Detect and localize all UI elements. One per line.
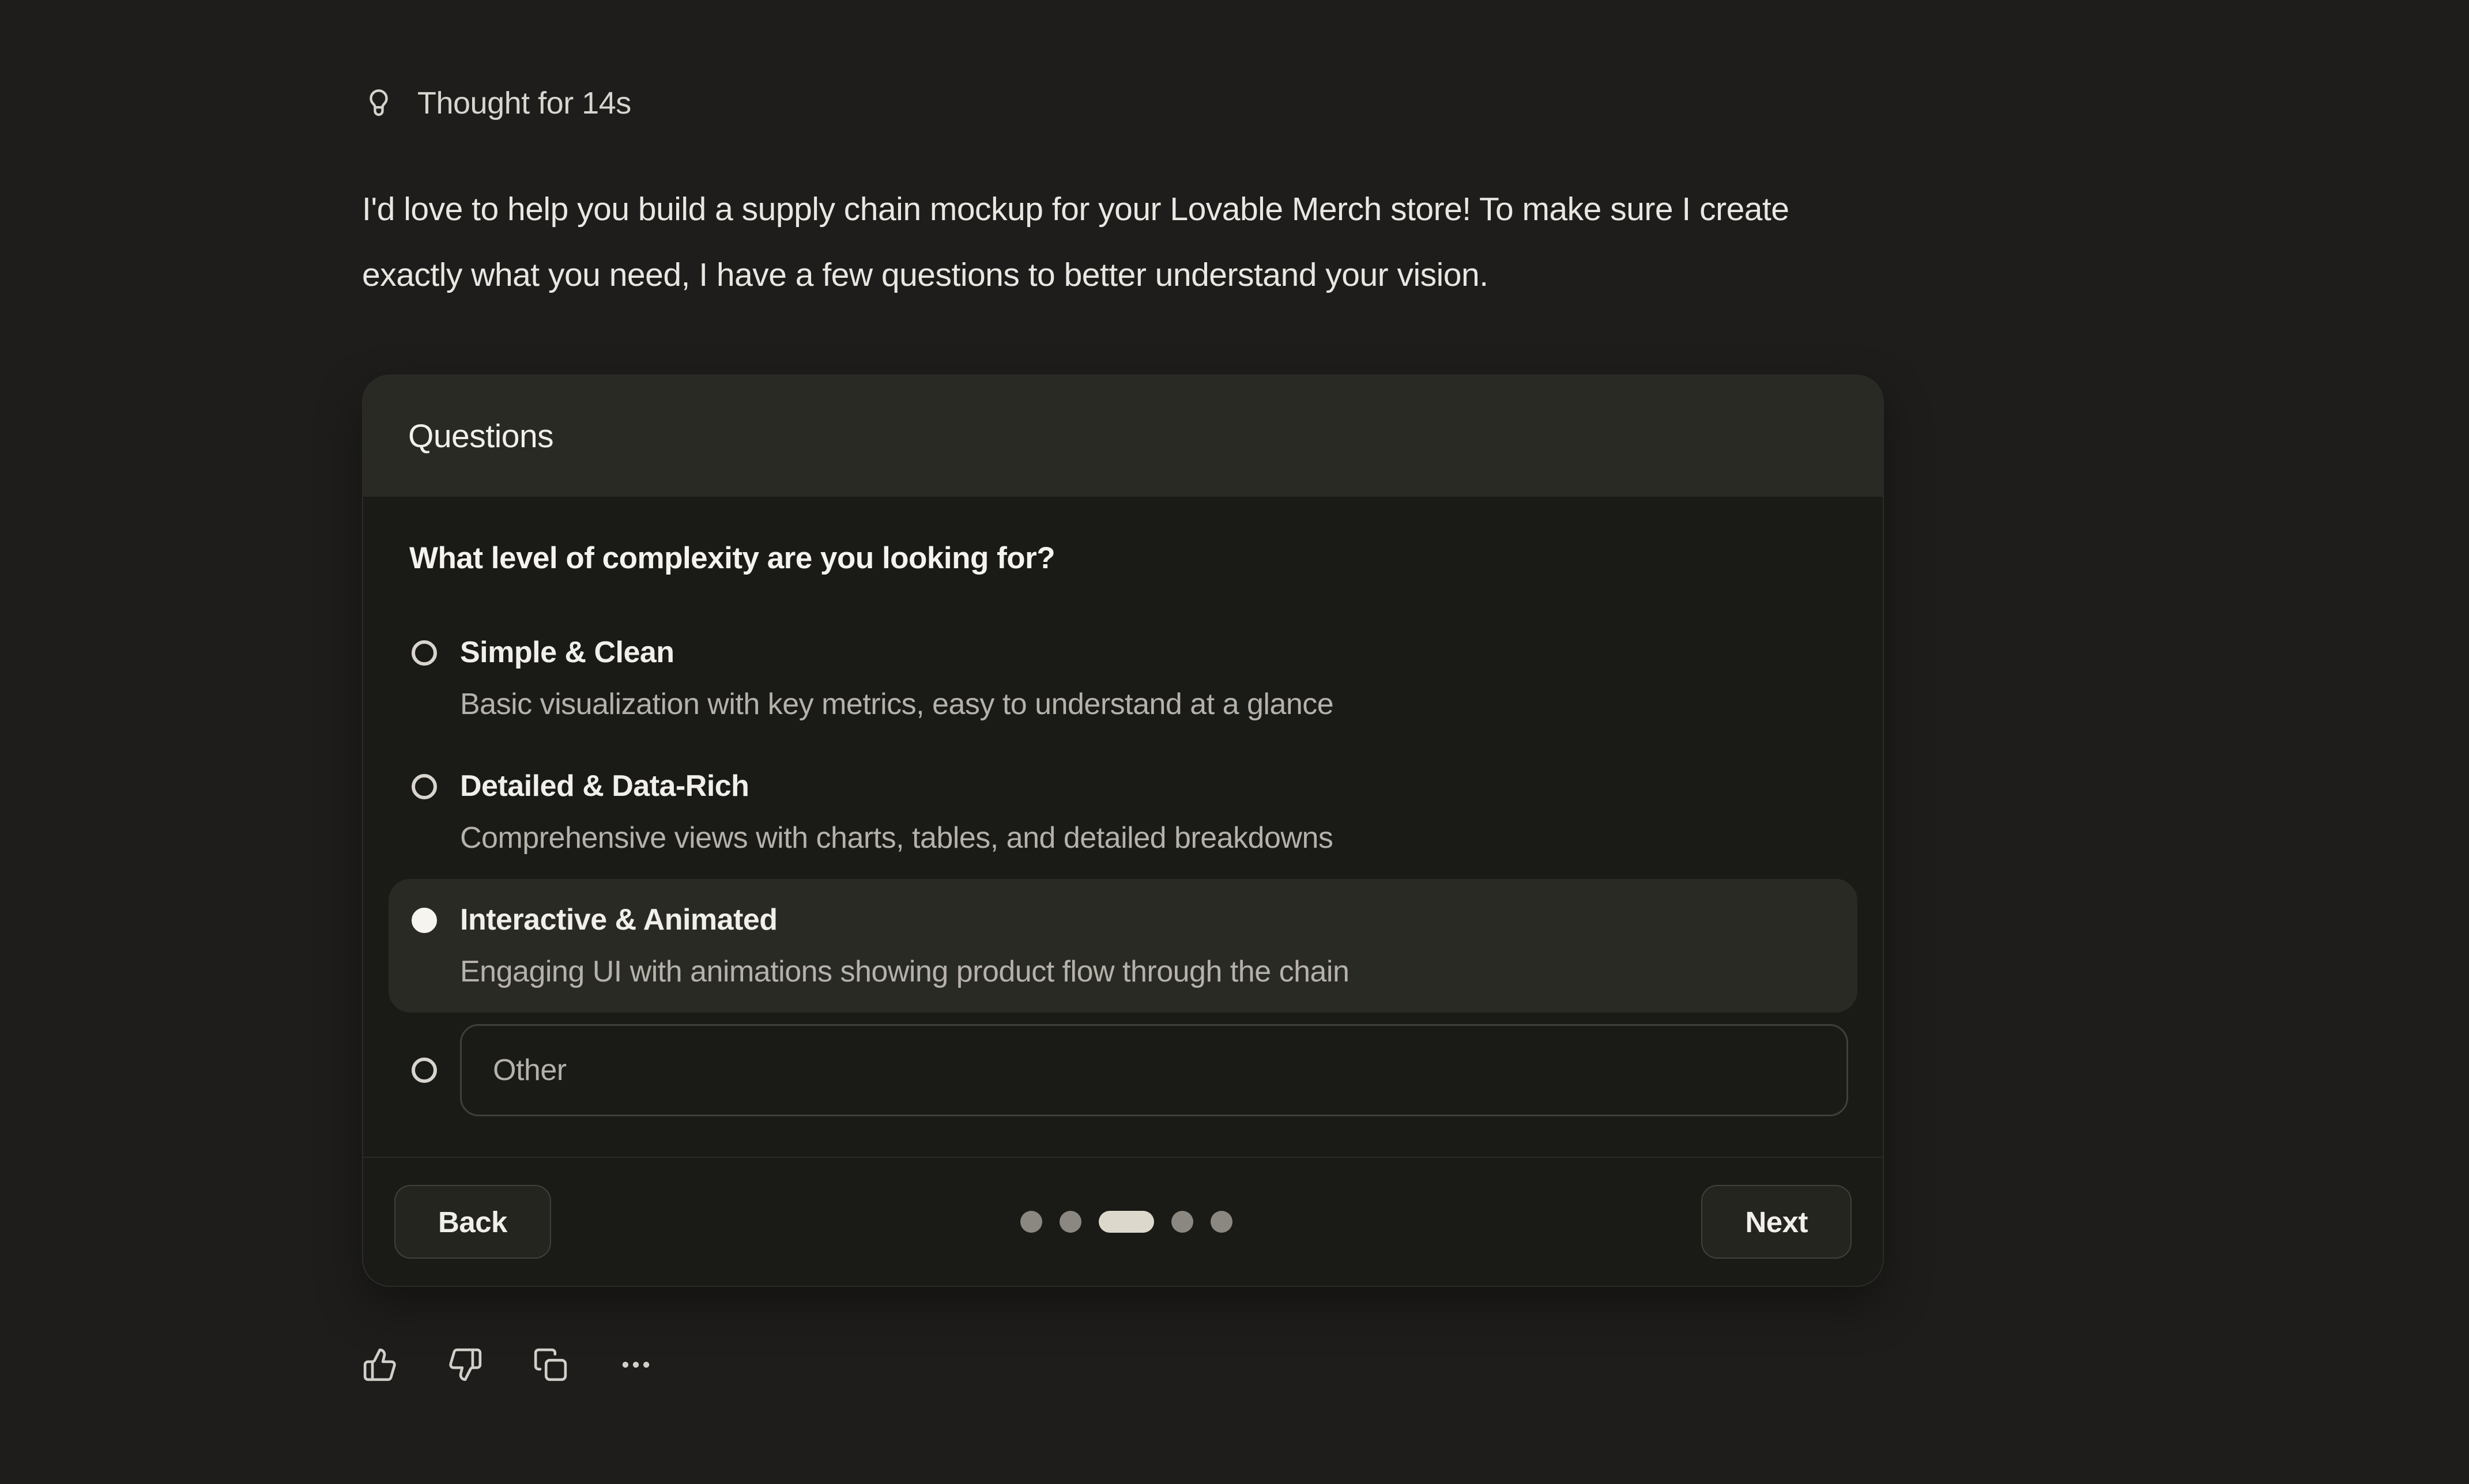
pagination-dot bbox=[1060, 1211, 1081, 1233]
chat-assistant-message: Thought for 14s I'd love to help you bui… bbox=[0, 0, 2469, 1484]
message-line: exactly what you need, I have a few ques… bbox=[362, 242, 2230, 308]
more-options-button[interactable] bbox=[618, 1347, 654, 1383]
questions-card: Questions What level of complexity are y… bbox=[362, 375, 1884, 1287]
pagination-dot-active bbox=[1099, 1211, 1154, 1233]
option-description: Comprehensive views with charts, tables,… bbox=[460, 812, 1333, 864]
next-button[interactable]: Next bbox=[1701, 1185, 1852, 1259]
pagination-dot bbox=[1211, 1211, 1232, 1233]
copy-icon bbox=[533, 1347, 568, 1383]
question-text: What level of complexity are you looking… bbox=[409, 541, 1837, 576]
option-simple-clean[interactable]: Simple & Clean Basic visualization with … bbox=[389, 611, 1857, 745]
thumbs-up-button[interactable] bbox=[362, 1347, 398, 1383]
back-button[interactable]: Back bbox=[394, 1185, 551, 1259]
other-option-input[interactable] bbox=[460, 1024, 1848, 1116]
thumbs-down-button[interactable] bbox=[447, 1347, 483, 1383]
radio-unchecked-icon[interactable] bbox=[412, 774, 437, 799]
card-title: Questions bbox=[408, 417, 553, 455]
message-actions-row bbox=[362, 1347, 2230, 1383]
thought-label: Thought for 14s bbox=[417, 85, 631, 121]
radio-unchecked-icon[interactable] bbox=[412, 1058, 437, 1083]
option-description: Engaging UI with animations showing prod… bbox=[460, 946, 1349, 998]
questions-card-header: Questions bbox=[363, 376, 1883, 497]
lightbulb-icon bbox=[362, 86, 395, 120]
pagination-dot bbox=[1171, 1211, 1193, 1233]
option-description: Basic visualization with key metrics, ea… bbox=[460, 678, 1333, 730]
option-interactive-animated[interactable]: Interactive & Animated Engaging UI with … bbox=[389, 879, 1857, 1013]
option-label: Detailed & Data-Rich bbox=[460, 760, 1333, 812]
ellipsis-icon bbox=[618, 1347, 654, 1383]
radio-unchecked-icon[interactable] bbox=[412, 640, 437, 666]
message-column: Thought for 14s I'd love to help you bui… bbox=[362, 85, 2230, 1383]
option-label: Interactive & Animated bbox=[460, 894, 1349, 946]
option-label: Simple & Clean bbox=[460, 626, 1333, 678]
thought-header[interactable]: Thought for 14s bbox=[362, 85, 2230, 121]
questions-card-footer: Back Next bbox=[363, 1157, 1883, 1286]
copy-button[interactable] bbox=[533, 1347, 568, 1383]
thumbs-down-icon bbox=[447, 1347, 483, 1383]
message-line: I'd love to help you build a supply chai… bbox=[362, 176, 2230, 242]
thumbs-up-icon bbox=[362, 1347, 398, 1383]
pagination-dot bbox=[1020, 1211, 1042, 1233]
option-detailed-data-rich[interactable]: Detailed & Data-Rich Comprehensive views… bbox=[389, 745, 1857, 879]
radio-checked-icon[interactable] bbox=[412, 908, 437, 933]
assistant-message-text: I'd love to help you build a supply chai… bbox=[362, 176, 2230, 308]
option-other[interactable] bbox=[389, 1013, 1857, 1128]
questions-card-body: What level of complexity are you looking… bbox=[363, 497, 1883, 1157]
pagination-dots bbox=[1020, 1211, 1232, 1233]
